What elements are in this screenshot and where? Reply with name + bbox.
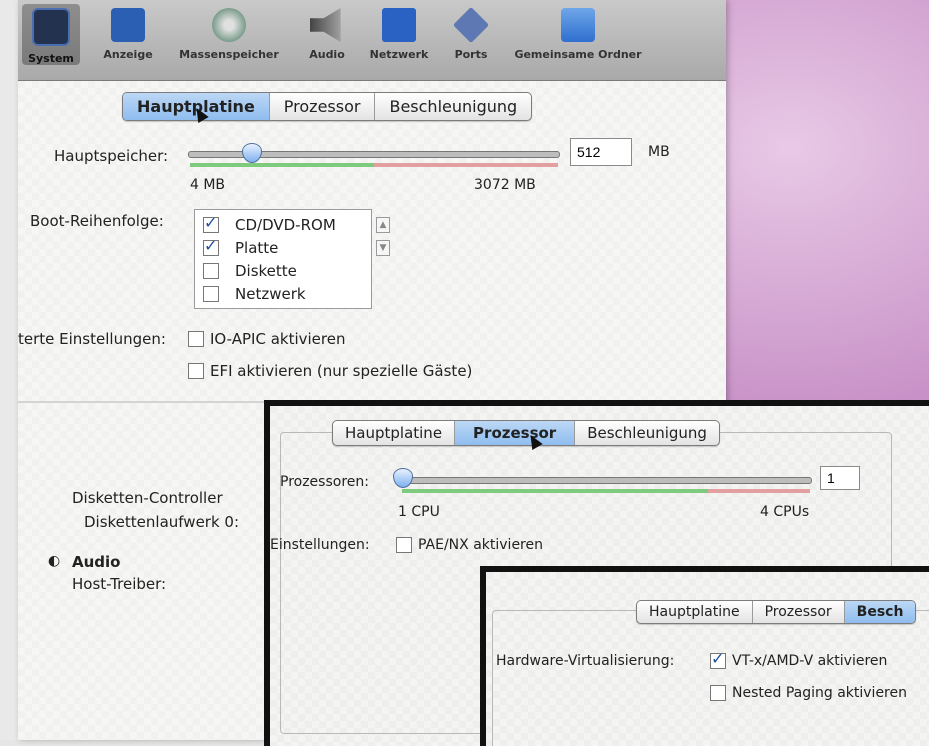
ports-icon (452, 6, 490, 44)
boot-checkbox[interactable] (203, 213, 219, 233)
cpus-min-label: 1 CPU (398, 504, 440, 520)
boot-checkbox[interactable] (203, 286, 219, 302)
toolbar-label: Massenspeicher (179, 48, 279, 61)
host-driver-label: Host-Treiber: (72, 575, 167, 593)
nested-paging-checkbox[interactable] (710, 685, 726, 701)
nested-paging-option[interactable]: Nested Paging aktivieren (710, 685, 907, 701)
shared-folder-icon (561, 8, 595, 42)
toolbar-label: Audio (309, 48, 345, 61)
audio-icon (310, 8, 341, 42)
extended-features-label: terte Einstellungen: (18, 330, 166, 348)
network-icon (382, 8, 416, 42)
processor-tab-bar: Hauptplatine Prozessor Beschleunigung (332, 420, 720, 446)
tab-prozessor[interactable]: Prozessor (753, 601, 845, 623)
extended-features-label: Einstellungen: (270, 537, 370, 553)
cpus-max-label: 4 CPUs (760, 504, 810, 520)
boot-item-platte[interactable]: Platte (203, 236, 279, 257)
toolbar-audio[interactable]: Audio (300, 8, 354, 61)
boot-checkbox[interactable] (203, 263, 219, 279)
toolbar-shared-folders[interactable]: Gemeinsame Ordner (506, 8, 650, 61)
tab-beschleunigung[interactable]: Besch (844, 601, 916, 623)
floppy-drive-label: Diskettenlaufwerk 0: (84, 513, 240, 531)
main-tab-bar: Hauptplatine Prozessor Beschleunigung (122, 92, 533, 121)
boot-checkbox[interactable] (203, 236, 219, 256)
cpus-label: Prozessoren: (280, 474, 369, 490)
floppy-controller-label: Disketten-Controller (72, 489, 223, 507)
tab-hauptplatine[interactable]: Hauptplatine (637, 601, 753, 623)
tab-beschleunigung[interactable]: Beschleunigung (375, 93, 531, 120)
efi-checkbox[interactable] (188, 363, 204, 379)
boot-item-label: Diskette (235, 262, 297, 280)
memory-min-label: 4 MB (190, 177, 226, 193)
boot-item-label: Platte (235, 239, 279, 257)
storage-icon (212, 8, 246, 42)
toolbar-label: Anzeige (103, 48, 153, 61)
tab-hauptplatine[interactable]: Hauptplatine (333, 421, 456, 445)
memory-slider-knob[interactable] (242, 143, 263, 163)
toolbar-label: System (28, 52, 74, 65)
cpus-input[interactable] (820, 466, 860, 490)
system-icon (32, 8, 70, 46)
acceleration-tab-bar: Hauptplatine Prozessor Besch (636, 600, 917, 624)
boot-item-netzwerk[interactable]: Netzwerk (203, 285, 306, 303)
ioapic-option[interactable]: IO-APIC aktivieren (188, 330, 345, 348)
cpus-slider-track[interactable] (400, 477, 812, 484)
acceleration-overlay: Hauptplatine Prozessor Besch Hardware-Vi… (480, 566, 929, 746)
pae-label: PAE/NX aktivieren (418, 537, 543, 553)
vtx-label: VT-x/AMD-V aktivieren (732, 653, 888, 669)
memory-range-bar (190, 163, 558, 167)
boot-item-label: Netzwerk (235, 285, 306, 303)
nested-paging-label: Nested Paging aktivieren (732, 685, 907, 701)
ioapic-checkbox[interactable] (188, 331, 204, 347)
vtx-option[interactable]: VT-x/AMD-V aktivieren (710, 649, 888, 669)
cpus-range-bar (402, 489, 810, 493)
boot-item-label: CD/DVD-ROM (235, 216, 336, 234)
hw-virtualization-label: Hardware-Virtualisierung: (496, 653, 675, 669)
screen-edge (0, 0, 18, 740)
pae-checkbox[interactable] (396, 537, 412, 553)
boot-order-list: CD/DVD-ROM Platte Diskette Netzwerk (194, 209, 372, 309)
toolbar-display[interactable]: Anzeige (98, 8, 158, 61)
audio-heading: Audio (72, 553, 121, 571)
vtx-checkbox[interactable] (710, 649, 726, 669)
memory-label: Hauptspeicher: (54, 147, 169, 165)
audio-section-icon: ◐ (48, 553, 61, 569)
toolbar-label: Gemeinsame Ordner (514, 48, 642, 61)
settings-toolbar: System Anzeige Massenspeicher Audio Netz… (18, 0, 726, 81)
efi-option[interactable]: EFI aktivieren (nur spezielle Gäste) (188, 362, 472, 380)
toolbar-network[interactable]: Netzwerk (364, 8, 434, 61)
pae-option[interactable]: PAE/NX aktivieren (396, 537, 543, 553)
ioapic-label: IO-APIC aktivieren (210, 330, 346, 348)
toolbar-storage[interactable]: Massenspeicher (174, 8, 284, 61)
tab-prozessor[interactable]: Prozessor (270, 93, 376, 120)
tab-prozessor[interactable]: Prozessor (455, 421, 576, 445)
toolbar-label: Netzwerk (369, 48, 429, 61)
move-up-icon[interactable]: ▲ (376, 217, 390, 233)
acceleration-panel (492, 610, 929, 746)
efi-label: EFI aktivieren (nur spezielle Gäste) (210, 362, 473, 380)
toolbar-label: Ports (454, 48, 488, 61)
tab-beschleunigung[interactable]: Beschleunigung (575, 421, 719, 445)
boot-item-cd-dvd[interactable]: CD/DVD-ROM (203, 213, 336, 234)
toolbar-system[interactable]: System (22, 4, 80, 65)
boot-order-label: Boot-Reihenfolge: (30, 212, 164, 230)
memory-max-label: 3072 MB (474, 177, 536, 193)
toolbar-ports[interactable]: Ports (446, 6, 496, 61)
move-down-icon[interactable]: ▼ (376, 240, 390, 256)
memory-unit: MB (648, 144, 670, 160)
boot-item-diskette[interactable]: Diskette (203, 262, 297, 280)
memory-input[interactable] (570, 138, 632, 166)
display-icon (111, 8, 145, 42)
